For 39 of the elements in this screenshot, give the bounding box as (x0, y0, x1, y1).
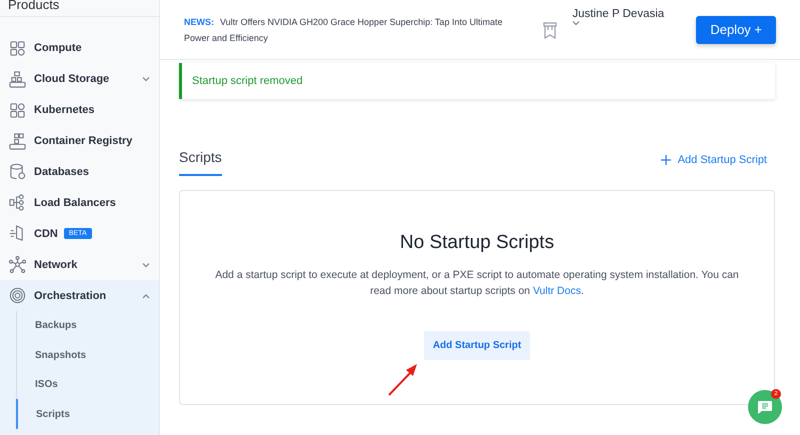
product-icon (9, 132, 26, 150)
success-alert: Startup script removed (179, 63, 775, 99)
empty-state-description: Add a startup script to execute at deployment, or a PXE script to automate operating system installation. You can read more about startup scripts on Vultr Docs. (214, 268, 740, 299)
chevron-icon (142, 262, 150, 268)
chat-icon (758, 400, 772, 414)
product-icon (9, 163, 26, 180)
sidebar-item[interactable]: Cloud Storage (0, 64, 159, 95)
product-icon (9, 102, 26, 119)
product-icon (9, 287, 26, 304)
sidebar-item[interactable]: Orchestration (0, 280, 159, 311)
scripts-tab[interactable]: Scripts (179, 149, 222, 176)
notification-icon[interactable] (542, 20, 558, 38)
chevron-icon (142, 76, 150, 82)
plus-icon (660, 155, 671, 165)
chevron-icon (572, 20, 580, 26)
vultr-docs-link[interactable]: Vultr Docs (532, 285, 581, 297)
sidebar-item[interactable]: Kubernetes (0, 94, 159, 126)
add-startup-script-button[interactable]: Add Startup Script (424, 331, 530, 360)
sidebar-item[interactable]: Databases (0, 156, 159, 188)
sidebar-item[interactable]: Container Registry (0, 126, 159, 157)
sidebar-item[interactable]: Load Balancers (0, 187, 159, 218)
arrow-drawing (388, 362, 418, 396)
add-startup-script-link[interactable]: Add Startup Script (660, 154, 767, 166)
sidebar-subitem[interactable]: ISOs (16, 370, 159, 400)
chat-button[interactable] (748, 390, 782, 424)
empty-state-title: No Startup Scripts (400, 232, 554, 254)
product-icon (9, 70, 26, 88)
sidebar-subitem[interactable]: Snapshots (16, 340, 159, 370)
sidebar-subitem[interactable]: Backups (16, 310, 159, 340)
product-icon (9, 256, 26, 274)
product-icon (9, 194, 26, 212)
chevron-icon (142, 292, 150, 299)
user-menu[interactable]: Justine P Devasia (572, 8, 682, 26)
news-text: NEWS: Vultr Offers NVIDIA GH200 Grace Hopper Superchip: Tap Into Ultimate Power and Efficiency (184, 16, 504, 45)
sidebar-item[interactable]: Compute (0, 32, 159, 64)
sidebar-item[interactable]: Network (0, 249, 159, 280)
sidebar-subitem[interactable]: Scripts (16, 399, 159, 429)
product-icon (9, 40, 26, 57)
deploy-button[interactable]: Deploy + (696, 16, 776, 44)
